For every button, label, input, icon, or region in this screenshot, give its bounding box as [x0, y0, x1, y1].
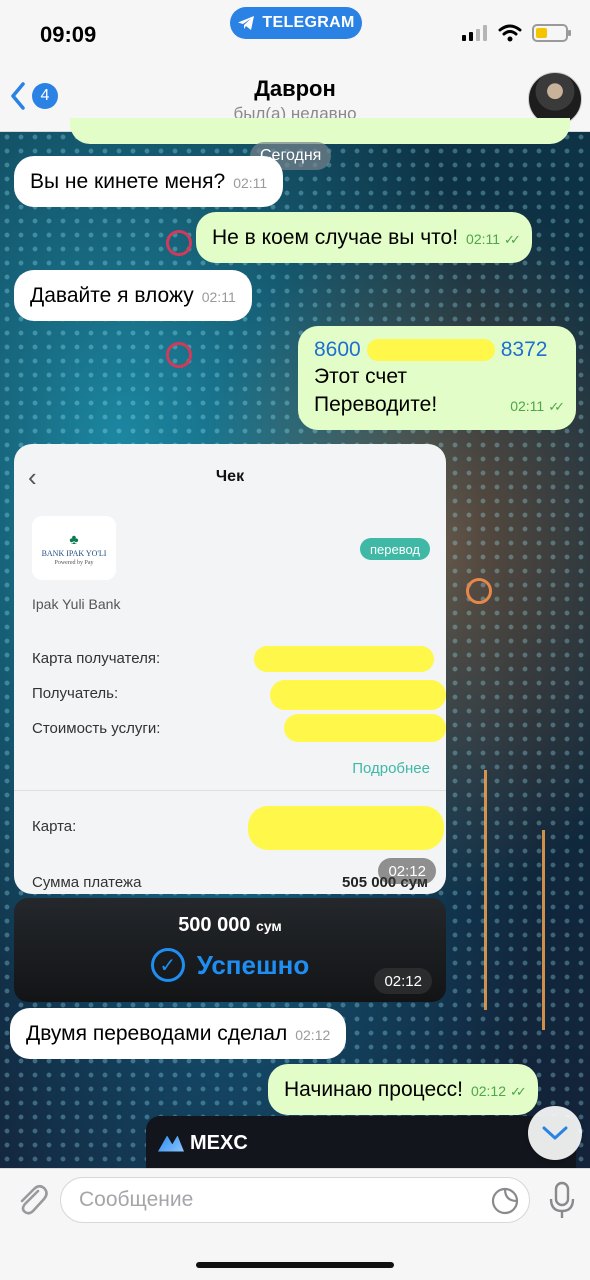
message-text: Двумя переводами сделал [26, 1022, 288, 1045]
return-to-app-label: TELEGRAM [262, 14, 355, 31]
message-text: Начинаю процесс! [284, 1078, 463, 1101]
message-text: Не в коем случае вы что! [212, 226, 459, 249]
wallpaper-line [484, 770, 487, 1010]
success-amount: 500 000 сум [178, 914, 282, 936]
message-text: Этот счет [314, 365, 407, 389]
system-icons [462, 24, 571, 42]
message-bubble-partial [70, 118, 570, 144]
read-checkmarks-icon: ✓✓ [510, 1084, 527, 1099]
message-time: 02:11 [201, 289, 236, 305]
transfer-type-badge: перевод [359, 538, 430, 560]
read-checkmarks-icon: ✓✓ [504, 232, 521, 247]
message-time: 02:12 [374, 968, 432, 994]
bank-logo: ♣ BANK IPAK YO'LI Powered by Pay [32, 516, 116, 580]
message-time: 02:11 [466, 231, 501, 247]
redaction-mark [254, 646, 434, 672]
card-number-start: 8600 [314, 338, 361, 361]
receipt-title: Чек [215, 468, 245, 485]
message-time: 02:11 [510, 397, 545, 414]
sticker-icon[interactable] [491, 1187, 519, 1215]
microphone-icon[interactable] [548, 1181, 576, 1221]
message-out[interactable]: 8600 8372 Этот счет Переводите! 02:11 ✓✓ [298, 326, 576, 430]
mexc-mark-icon [158, 1135, 184, 1152]
success-status-text: Успешно [196, 949, 310, 980]
message-out[interactable]: Начинаю процесс! 02:12 ✓✓ [268, 1064, 538, 1116]
message-text: Давайте я вложу [30, 284, 194, 307]
message-input[interactable] [61, 1178, 461, 1222]
check-circle-icon: ✓ [150, 948, 185, 982]
bank-name: Ipak Yuli Bank [32, 596, 121, 612]
details-link[interactable]: Подробнее [352, 760, 430, 777]
receipt-image[interactable]: ‹ Чек ♣ BANK IPAK YO'LI Powered by Pay п… [14, 444, 446, 894]
message-in[interactable]: Давайте я вложу 02:11 [14, 270, 252, 322]
card-number-line: 8600 8372 [314, 336, 560, 363]
mexc-image[interactable]: MEXC [146, 1116, 576, 1176]
total-label: Сумма платежа [32, 874, 142, 891]
wallpaper-ring [166, 342, 192, 368]
card-label: Карта: [32, 818, 77, 835]
battery-icon [532, 24, 571, 42]
paperclip-icon[interactable] [14, 1181, 50, 1219]
wifi-icon [498, 24, 522, 42]
card-recipient-label: Карта получателя: [32, 650, 161, 667]
redaction-mark [248, 806, 444, 850]
clock: 09:09 [40, 22, 97, 47]
fee-label: Стоимость услуги: [32, 720, 161, 737]
return-to-app-pill[interactable]: TELEGRAM [230, 7, 362, 39]
redaction-mark [270, 680, 446, 710]
message-field [60, 1177, 530, 1223]
card-number-end: 8372 [500, 338, 548, 361]
bank-leaf-icon: ♣ [69, 530, 79, 547]
redaction-mark [284, 714, 446, 742]
message-time: 02:11 [233, 175, 268, 191]
message-out[interactable]: Не в коем случае вы что! 02:11 ✓✓ [196, 212, 532, 264]
scroll-to-bottom-button[interactable] [528, 1106, 582, 1160]
chevron-down-icon [542, 1126, 568, 1140]
home-indicator [196, 1262, 394, 1268]
message-text: Переводите! [314, 392, 438, 416]
bank-logo-subtext: Powered by Pay [54, 559, 94, 566]
message-text: Вы не кинете меня? [30, 170, 226, 193]
mexc-label: MEXC [190, 1132, 248, 1154]
recipient-label: Получатель: [32, 685, 119, 702]
message-in[interactable]: Двумя переводами сделал 02:12 [10, 1008, 347, 1060]
read-checkmarks-icon: ✓✓ [548, 398, 565, 414]
wallpaper-ring [166, 230, 192, 256]
telegram-plane-icon [238, 16, 255, 30]
payment-success-image[interactable]: 500 000 сум ✓ Успешно 02:12 [14, 898, 446, 1002]
message-time: 02:12 [295, 1027, 331, 1043]
redaction-mark [366, 339, 495, 362]
wallpaper-line [542, 830, 545, 1030]
message-time: 02:12 [470, 1083, 506, 1099]
bank-logo-text: BANK IPAK YO'LI [41, 548, 107, 558]
receipt-divider [14, 790, 446, 791]
wallpaper-ring [466, 578, 492, 604]
message-in[interactable]: Вы не кинете меня? 02:11 [14, 156, 284, 208]
mexc-logo: MEXC [158, 1132, 248, 1155]
message-time: 02:12 [378, 858, 436, 884]
status-bar: 09:09 TELEGRAM [0, 0, 590, 60]
cellular-signal-icon [462, 25, 487, 41]
chat-title[interactable]: Даврон [0, 76, 590, 102]
